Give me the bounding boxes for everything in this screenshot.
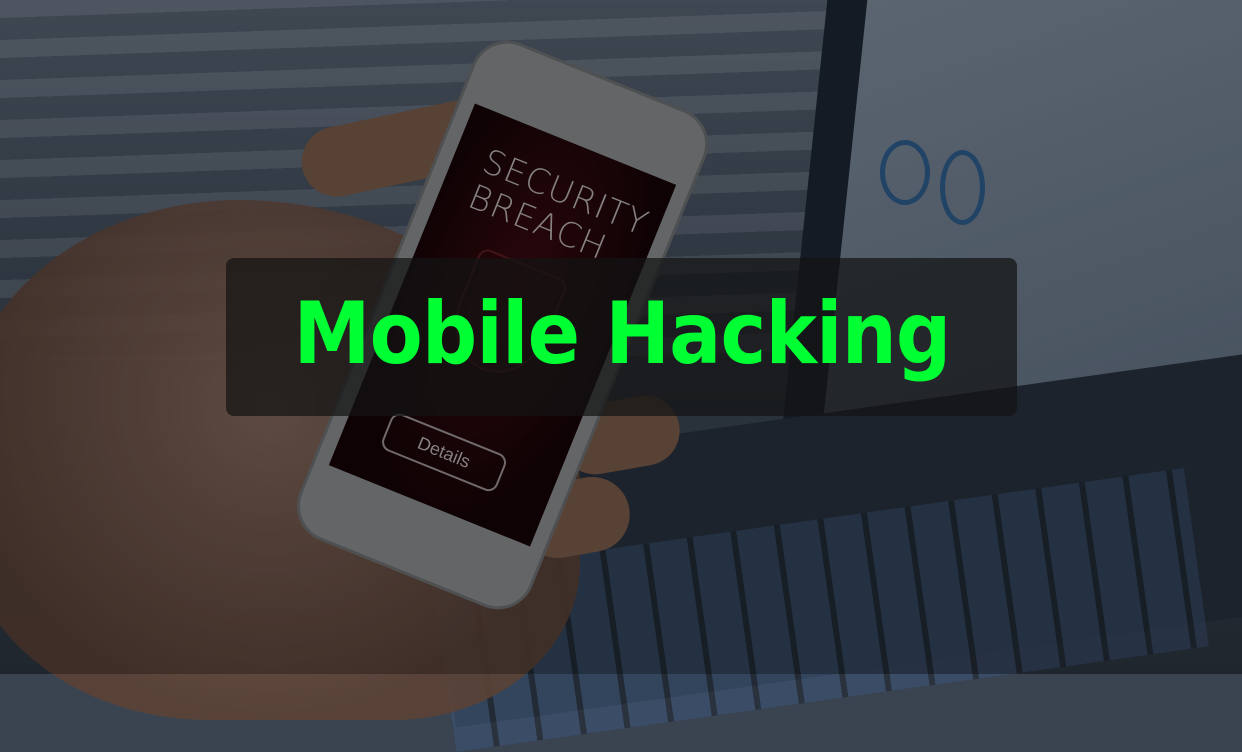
page-title: Mobile Hacking xyxy=(293,284,951,384)
title-banner: Mobile Hacking xyxy=(226,258,1017,416)
